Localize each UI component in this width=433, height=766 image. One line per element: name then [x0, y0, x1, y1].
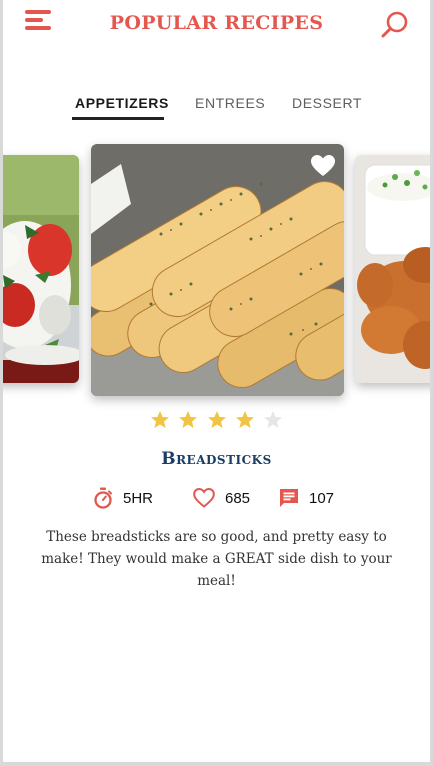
comments[interactable]: 107: [278, 486, 334, 510]
tab-entrees[interactable]: ENTREES: [195, 95, 265, 111]
page-title: POPULAR RECIPES: [109, 12, 324, 34]
active-tab-indicator: [72, 117, 164, 120]
cook-time-value: 5HR: [123, 489, 154, 507]
likes[interactable]: 685: [192, 486, 250, 510]
category-tabs: APPETIZERS ENTREES DESSERT: [3, 95, 430, 123]
star-filled-icon: [235, 411, 254, 428]
star-empty-icon: [264, 411, 283, 428]
breadsticks-image: [91, 144, 344, 396]
wings-image: [355, 155, 430, 383]
stopwatch-icon: [94, 487, 112, 509]
star-filled-icon: [179, 411, 198, 428]
recipe-card-caprese[interactable]: [3, 155, 79, 383]
rating-stars: [3, 410, 430, 435]
cook-time: 5HR: [92, 486, 153, 510]
heart-outline-icon: [193, 487, 215, 508]
tab-appetizers[interactable]: APPETIZERS: [75, 95, 169, 111]
favorite-heart-icon[interactable]: [310, 154, 336, 178]
star-filled-icon: [207, 411, 226, 428]
star-filled-icon: [150, 411, 169, 428]
recipe-description: These breadsticks are so good, and prett…: [41, 529, 392, 589]
app-screen: POPULAR RECIPES APPETIZERS ENTREES DESSE…: [3, 0, 430, 762]
search-icon[interactable]: [379, 9, 411, 41]
recipe-title: Breadsticks: [161, 449, 272, 469]
comment-icon: [280, 489, 298, 507]
comments-count: 107: [309, 489, 335, 507]
tab-dessert[interactable]: DESSERT: [292, 95, 362, 111]
caprese-image: [3, 155, 79, 383]
likes-count: 685: [225, 489, 251, 507]
recipe-card-wings[interactable]: [355, 155, 430, 383]
recipe-card-breadsticks[interactable]: [91, 144, 344, 396]
